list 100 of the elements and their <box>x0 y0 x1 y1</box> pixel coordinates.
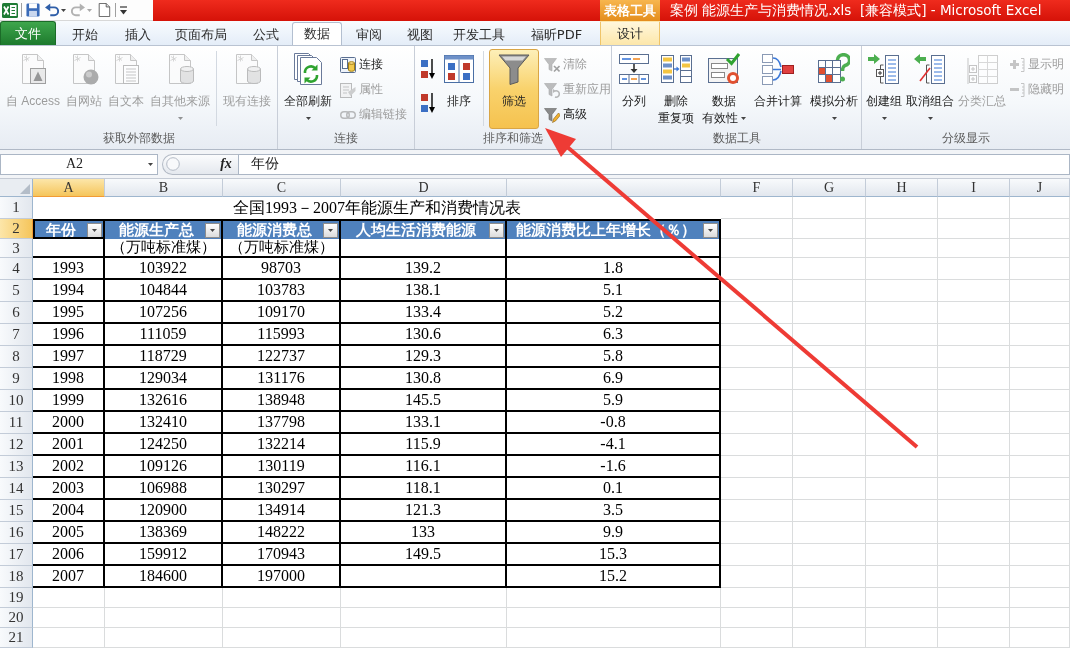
new-document-button[interactable] <box>96 1 112 19</box>
row-header[interactable]: 19 <box>0 588 33 608</box>
refresh-all-button[interactable]: 全部刷新 <box>281 49 335 129</box>
row-header[interactable]: 14 <box>0 478 33 500</box>
row-header[interactable]: 11 <box>0 412 33 434</box>
undo-button[interactable] <box>44 1 67 19</box>
row-header[interactable]: 16 <box>0 522 33 544</box>
column-header[interactable] <box>507 179 721 197</box>
group-button[interactable]: 创建组 <box>864 49 904 129</box>
advanced-button[interactable]: 高级 <box>541 102 614 127</box>
caret-icon <box>92 228 97 232</box>
formula-field[interactable]: 年份 <box>238 153 1070 175</box>
column-header[interactable]: J <box>1010 179 1070 197</box>
empty-cell <box>938 478 1010 500</box>
ribbon-tab[interactable]: 插入 <box>113 23 162 45</box>
row-header[interactable]: 21 <box>0 628 33 648</box>
filter-dropdown-button[interactable] <box>87 222 102 238</box>
column-header[interactable]: H <box>866 179 938 197</box>
remove-duplicates-button[interactable]: 删除 重复项 <box>655 49 697 129</box>
what-if-analysis-button[interactable]: 模拟分析 <box>807 49 861 129</box>
empty-cell <box>938 544 1010 566</box>
text-to-columns-button[interactable]: 分列 <box>615 49 653 129</box>
column-header[interactable]: D <box>341 179 507 197</box>
row-header[interactable]: 17 <box>0 544 33 566</box>
row-header[interactable]: 4 <box>0 258 33 280</box>
empty-cell <box>866 628 938 648</box>
empty-cell <box>1010 566 1070 588</box>
empty-cell <box>1010 544 1070 566</box>
row-header[interactable]: 15 <box>0 500 33 522</box>
column-header[interactable]: A <box>33 179 105 197</box>
row-header[interactable]: 9 <box>0 368 33 390</box>
row-header[interactable]: 7 <box>0 324 33 346</box>
ungroup-button[interactable]: 取消组合 <box>904 49 956 129</box>
column-header[interactable]: C <box>223 179 341 197</box>
row-header[interactable]: 5 <box>0 280 33 302</box>
table-cell: 103783 <box>223 280 341 302</box>
name-box[interactable]: A2 <box>0 153 158 175</box>
table-cell: 118729 <box>105 346 223 368</box>
ribbon-tab[interactable]: 公式 <box>240 23 292 45</box>
bar-caret-icon <box>120 5 127 15</box>
empty-cell <box>1010 302 1070 324</box>
validation-icon <box>708 53 740 85</box>
spreadsheet-logo-icon[interactable] <box>2 2 18 18</box>
table-cell: 2004 <box>33 500 105 522</box>
ribbon-tab[interactable]: 设计 <box>600 21 660 45</box>
empty-cell <box>1010 280 1070 302</box>
column-header[interactable]: I <box>938 179 1010 197</box>
column-header[interactable]: G <box>793 179 866 197</box>
splitter-handle[interactable] <box>166 157 180 171</box>
empty-cell <box>1010 219 1070 239</box>
connections-button[interactable]: 连接 <box>337 52 410 77</box>
row-header[interactable]: 2 <box>0 219 33 239</box>
empty-cell <box>1010 412 1070 434</box>
row-header[interactable]: 1 <box>0 197 33 219</box>
row-header[interactable]: 12 <box>0 434 33 456</box>
column-header[interactable]: B <box>105 179 223 197</box>
table-cell: 118.1 <box>341 478 507 500</box>
table-cell: 106988 <box>105 478 223 500</box>
group-label: 获取外部数据 <box>101 130 176 147</box>
file-tab[interactable]: 文件 <box>0 21 56 45</box>
sort-descending-button[interactable] <box>418 91 438 115</box>
ribbon-tab[interactable]: 开发工具 <box>445 23 513 45</box>
filter-button[interactable]: 筛选 <box>489 49 539 129</box>
empty-cell <box>1010 239 1070 258</box>
sort-ascending-button[interactable] <box>418 57 438 81</box>
ribbon-tab[interactable]: 数据 <box>292 22 342 45</box>
row-header[interactable]: 10 <box>0 390 33 412</box>
row-header[interactable]: 13 <box>0 456 33 478</box>
data-validation-button[interactable]: 数据 有效性 <box>699 49 749 129</box>
row-header[interactable]: 8 <box>0 346 33 368</box>
consolidate-button[interactable]: 合并计算 <box>751 49 805 129</box>
sort-button[interactable]: 排序 <box>440 49 478 129</box>
table-cell: 148222 <box>223 522 341 544</box>
table-cell: 129034 <box>105 368 223 390</box>
ungroup-icon <box>914 53 946 85</box>
empty-cell <box>938 522 1010 544</box>
sort-icon <box>443 53 475 85</box>
row-header[interactable]: 18 <box>0 566 33 588</box>
empty-cell <box>938 239 1010 258</box>
table-cell: -1.6 <box>507 456 721 478</box>
empty-cell <box>866 324 938 346</box>
save-button[interactable] <box>25 1 41 19</box>
empty-cell <box>938 302 1010 324</box>
ribbon-tab[interactable]: 页面布局 <box>162 23 240 45</box>
column-header[interactable]: F <box>721 179 793 197</box>
row-header[interactable]: 3 <box>0 239 33 258</box>
table-cell: 132410 <box>105 412 223 434</box>
ribbon-tab[interactable]: 视图 <box>395 23 445 45</box>
ribbon-tab[interactable]: 福昕PDF <box>513 23 600 45</box>
context-group-label: 表格工具 <box>600 0 660 21</box>
table-cell: （万吨标准煤） <box>105 239 223 258</box>
row-header[interactable]: 20 <box>0 608 33 628</box>
funnel-pencil-icon <box>544 106 560 123</box>
ribbon-tab[interactable]: 开始 <box>56 23 113 45</box>
insert-function-button[interactable]: fx <box>214 154 238 174</box>
row-header[interactable]: 6 <box>0 302 33 324</box>
group-label: 排序和筛选 <box>482 130 544 147</box>
document-icon <box>97 3 111 17</box>
table-cell: 1995 <box>33 302 105 324</box>
ribbon-tab[interactable]: 审阅 <box>342 23 395 45</box>
